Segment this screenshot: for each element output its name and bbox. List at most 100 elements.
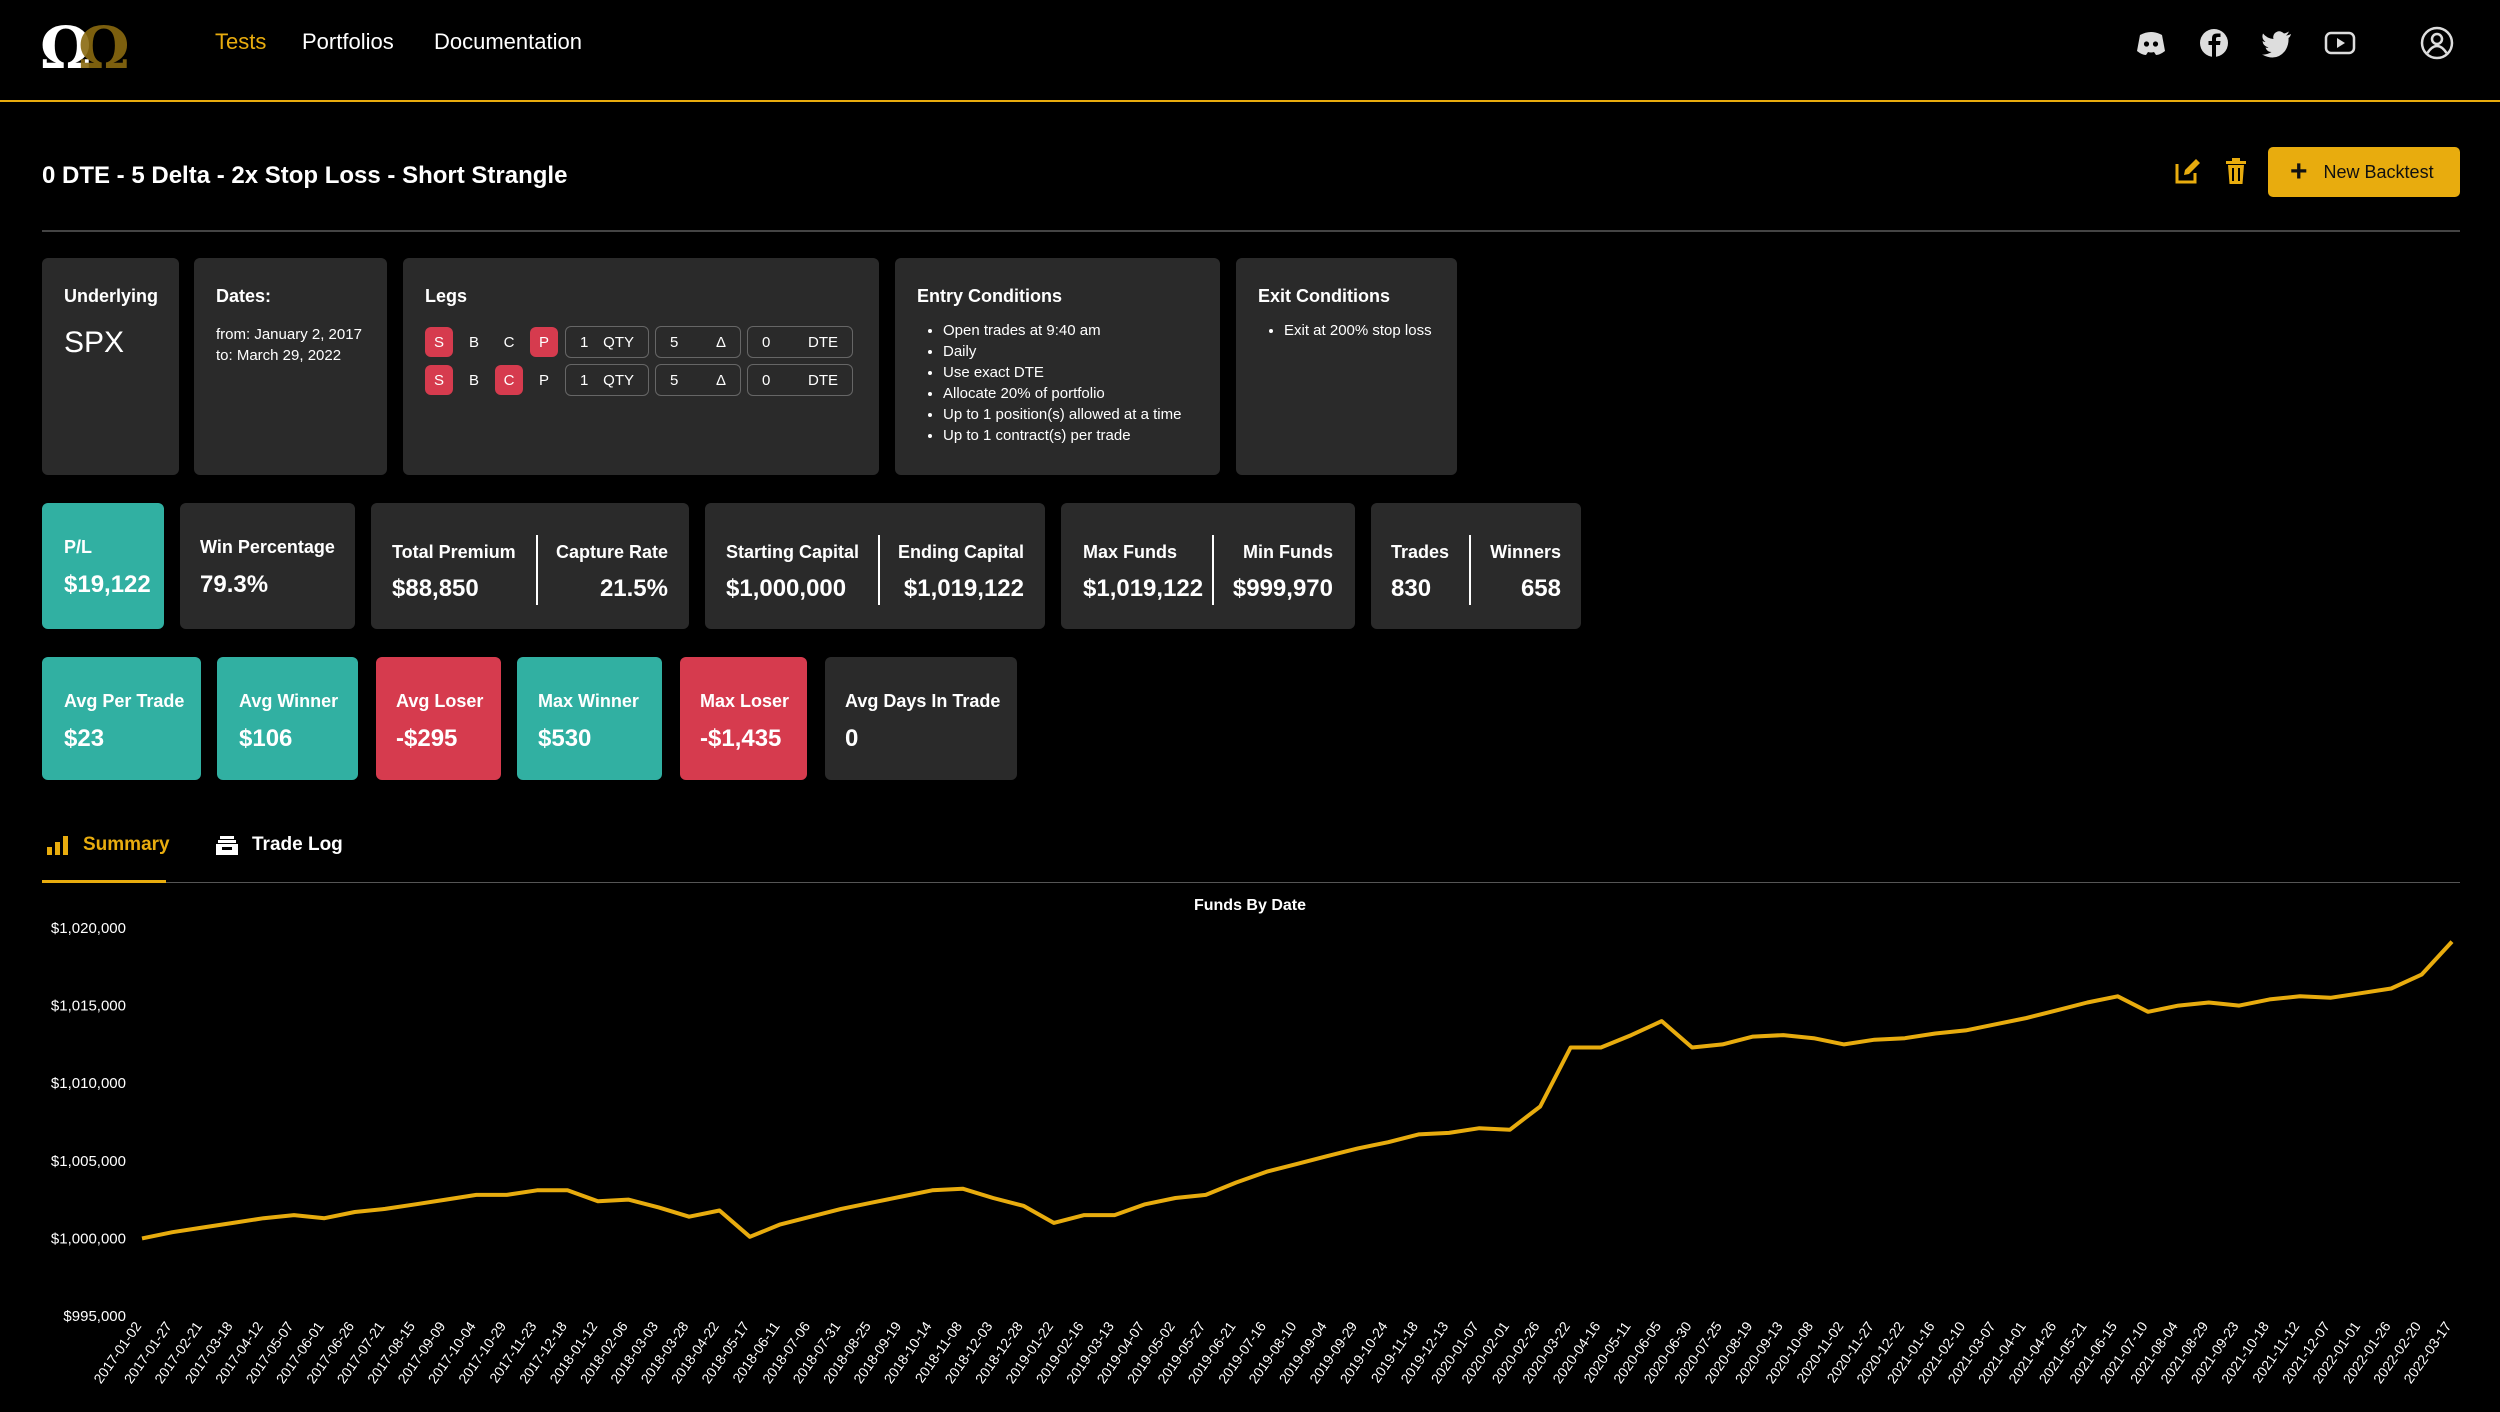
leg-call-toggle[interactable]: C	[495, 327, 523, 357]
plus-icon: +	[2290, 155, 2308, 188]
y-tick-label: $1,000,000	[51, 1230, 126, 1247]
dates-to: to: March 29, 2022	[216, 347, 342, 364]
list-item: Use exact DTE	[943, 362, 1181, 383]
leg-row: S B C P 1 QTY 5Δ 0 DTE	[425, 326, 859, 358]
min-funds-value: $999,970	[1232, 575, 1333, 602]
tab-trade-log-label: Trade Log	[252, 834, 343, 855]
list-item: Daily	[943, 341, 1181, 362]
max-funds-value: $1,019,122	[1083, 575, 1204, 602]
youtube-icon[interactable]	[2323, 26, 2357, 60]
inbox-tray-icon	[216, 836, 238, 855]
starting-capital-label: Starting Capital	[726, 542, 860, 562]
y-tick-label: $1,010,000	[51, 1075, 126, 1092]
stat-divider	[1469, 535, 1471, 605]
entry-conditions-card: Entry Conditions Open trades at 9:40 am …	[895, 258, 1220, 475]
leg-row: S B C P 1 QTY 5Δ 0 DTE	[425, 364, 859, 396]
funds-by-date-chart: Funds By Date $1,020,000 $1,015,000 $1,010…	[51, 897, 2455, 1386]
avg-days-card: Avg Days In Trade 0	[825, 657, 1017, 780]
stat-divider	[536, 535, 538, 605]
facebook-icon[interactable]	[2197, 26, 2231, 60]
dates-from: from: January 2, 2017	[216, 326, 362, 343]
leg-sell-toggle[interactable]: S	[425, 365, 453, 395]
capture-rate-label: Capture Rate	[555, 542, 668, 562]
tab-active-indicator	[42, 880, 166, 883]
list-item: Up to 1 contract(s) per trade	[943, 425, 1181, 446]
premium-card: Total Premium $88,850 Capture Rate 21.5%	[371, 503, 689, 629]
chart-title: Funds By Date	[1194, 897, 1306, 914]
underlying-card: Underlying SPX	[42, 258, 179, 475]
nav-link-portfolios[interactable]: Portfolios	[302, 29, 394, 55]
leg-qty-field[interactable]: 1 QTY	[565, 364, 649, 396]
leg-dte-field[interactable]: 0 DTE	[747, 326, 853, 358]
winners-label: Winners	[1490, 542, 1561, 562]
leg-buy-toggle[interactable]: B	[460, 327, 488, 357]
leg-sell-toggle[interactable]: S	[425, 327, 453, 357]
winners-value: 658	[1520, 575, 1561, 602]
funds-series-line	[141, 940, 2454, 1241]
top-navigation: Ω Ω Tests Portfolios Documentation	[0, 0, 2500, 102]
entry-conditions-title: Entry Conditions	[917, 286, 1062, 306]
stat-divider	[1212, 535, 1214, 605]
max-winner-card: Max Winner $530	[517, 657, 662, 780]
total-premium-label: Total Premium	[392, 542, 516, 562]
new-backtest-label: New Backtest	[2323, 161, 2434, 182]
max-winner-value: $530	[538, 725, 592, 752]
win-percentage-label: Win Percentage	[200, 537, 335, 557]
avg-per-trade-value: $23	[64, 725, 105, 752]
win-percentage-value: 79.3%	[200, 571, 269, 598]
legs-title: Legs	[425, 286, 468, 306]
avg-loser-card: Avg Loser -$295	[376, 657, 501, 780]
avg-winner-card: Avg Winner $106	[217, 657, 358, 780]
avg-loser-value: -$295	[396, 725, 458, 752]
exit-conditions-title: Exit Conditions	[1258, 286, 1390, 306]
list-item: Open trades at 9:40 am	[943, 320, 1181, 341]
exit-conditions-list: Exit at 200% stop loss	[1284, 320, 1432, 341]
tab-trade-log[interactable]: Trade Log	[216, 834, 343, 856]
leg-put-toggle[interactable]: P	[530, 365, 558, 395]
underlying-title: Underlying	[64, 286, 159, 306]
tab-summary-label: Summary	[83, 834, 170, 855]
bar-chart-icon	[47, 836, 68, 855]
y-tick-label: $1,015,000	[51, 998, 126, 1015]
trades-value: 830	[1391, 575, 1432, 602]
leg-buy-toggle[interactable]: B	[460, 365, 488, 395]
discord-icon[interactable]	[2134, 26, 2168, 60]
page-title: 0 DTE - 5 Delta - 2x Stop Loss - Short S…	[42, 162, 568, 189]
avg-days-value: 0	[845, 725, 859, 752]
leg-qty-field[interactable]: 1 QTY	[565, 326, 649, 358]
leg-delta-field[interactable]: 5Δ	[655, 364, 741, 396]
starting-capital-value: $1,000,000	[726, 575, 847, 602]
pl-label: P/L	[64, 537, 93, 557]
capital-card: Starting Capital $1,000,000 Ending Capit…	[705, 503, 1045, 629]
trash-icon[interactable]	[2220, 155, 2252, 187]
ending-capital-label: Ending Capital	[898, 542, 1024, 562]
capture-rate-value: 21.5%	[599, 575, 668, 602]
avg-loser-label: Avg Loser	[396, 691, 484, 711]
min-funds-label: Min Funds	[1243, 542, 1333, 562]
ending-capital-value: $1,019,122	[903, 575, 1024, 602]
leg-call-toggle[interactable]: C	[495, 365, 523, 395]
y-tick-label: $995,000	[63, 1308, 126, 1325]
max-loser-value: -$1,435	[700, 725, 782, 752]
omega-logo-icon[interactable]: Ω Ω	[40, 18, 132, 74]
avg-winner-value: $106	[239, 725, 293, 752]
avg-days-label: Avg Days In Trade	[845, 691, 1001, 711]
twitter-icon[interactable]	[2260, 26, 2294, 60]
user-account-icon[interactable]	[2420, 26, 2454, 60]
leg-delta-field[interactable]: 5Δ	[655, 326, 741, 358]
header-divider	[42, 230, 2460, 232]
avg-winner-label: Avg Winner	[239, 691, 339, 711]
dates-title: Dates:	[216, 286, 272, 306]
list-item: Allocate 20% of portfolio	[943, 383, 1181, 404]
list-item: Up to 1 position(s) allowed at a time	[943, 404, 1181, 425]
underlying-value: SPX	[64, 326, 125, 359]
new-backtest-button[interactable]: + New Backtest	[2268, 147, 2460, 197]
leg-put-toggle[interactable]: P	[530, 327, 558, 357]
leg-dte-field[interactable]: 0 DTE	[747, 364, 853, 396]
max-funds-label: Max Funds	[1083, 542, 1178, 562]
nav-link-documentation[interactable]: Documentation	[434, 29, 582, 55]
nav-link-tests[interactable]: Tests	[215, 29, 266, 55]
tab-summary[interactable]: Summary	[46, 834, 170, 856]
max-winner-label: Max Winner	[538, 691, 639, 711]
edit-icon[interactable]	[2172, 155, 2204, 187]
